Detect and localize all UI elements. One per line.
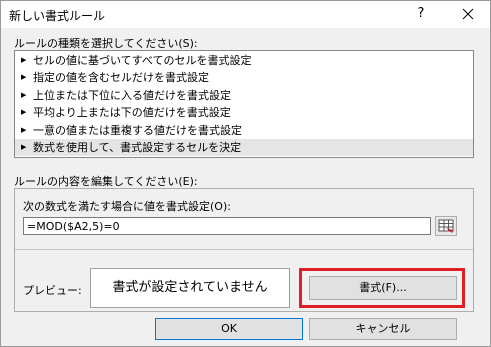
cancel-button[interactable]: キャンセル [309, 318, 457, 340]
rule-type-item-label: 一意の値または重複する値だけを書式設定 [33, 123, 242, 137]
rule-type-item-label: 数式を使用して、書式設定するセルを決定 [33, 140, 242, 154]
range-select-icon [438, 219, 454, 233]
separator [15, 249, 473, 250]
format-preview: 書式が設定されていません [90, 268, 290, 308]
help-button[interactable]: ? [406, 2, 436, 26]
rule-type-list[interactable]: ▶ セルの値に基づいてすべてのセルを書式設定 ▶ 指定の値を含むセルだけを書式設定 ▶ 上… [14, 50, 474, 158]
rule-type-item-label: セルの値に基づいてすべてのセルを書式設定 [33, 54, 252, 67]
rule-edit-label: ルールの内容を編集してください(E): [14, 175, 198, 188]
triangle-bullet-icon: ▶ [21, 125, 27, 134]
range-select-button[interactable] [435, 216, 457, 236]
rule-type-item[interactable]: ▶ 数式を使用して、書式設定するセルを決定 [15, 138, 473, 157]
rule-type-item-label: 指定の値を含むセルだけを書式設定 [33, 71, 209, 85]
dialog-title: 新しい書式ルール [9, 9, 106, 23]
triangle-bullet-icon: ▶ [21, 108, 27, 117]
close-icon [462, 8, 474, 20]
rule-type-item[interactable]: ▶ 平均より上または下の値だけを書式設定 [15, 104, 473, 121]
rule-type-item[interactable]: ▶ セルの値に基づいてすべてのセルを書式設定 [15, 52, 473, 69]
rule-type-item[interactable]: ▶ 指定の値を含むセルだけを書式設定 [15, 69, 473, 86]
rule-type-item-label: 平均より上または下の値だけを書式設定 [33, 106, 231, 120]
rule-type-item[interactable]: ▶ 一意の値または重複する値だけを書式設定 [15, 122, 473, 139]
triangle-bullet-icon: ▶ [21, 90, 27, 99]
preview-label: プレビュー: [23, 284, 82, 297]
triangle-bullet-icon: ▶ [21, 56, 27, 64]
new-format-rule-dialog: 新しい書式ルール ? ルールの種類を選択してください(S): ▶ セルの値に基づい… [0, 0, 491, 347]
rule-type-item[interactable]: ▶ 上位または下位に入る値だけを書式設定 [15, 87, 473, 104]
title-bar: 新しい書式ルール ? [1, 1, 490, 28]
formula-label: 次の数式を満たす場合に値を書式設定(O): [23, 200, 231, 213]
ok-button[interactable]: OK [155, 318, 303, 340]
rule-type-label: ルールの種類を選択してください(S): [14, 37, 198, 50]
rule-type-item-label: 上位または下位に入る値だけを書式設定 [33, 88, 231, 102]
triangle-bullet-icon: ▶ [21, 73, 27, 82]
close-button[interactable] [448, 2, 488, 26]
format-button[interactable]: 書式(F)... [309, 276, 457, 300]
triangle-bullet-icon: ▶ [21, 142, 27, 151]
formula-input[interactable] [23, 217, 431, 235]
